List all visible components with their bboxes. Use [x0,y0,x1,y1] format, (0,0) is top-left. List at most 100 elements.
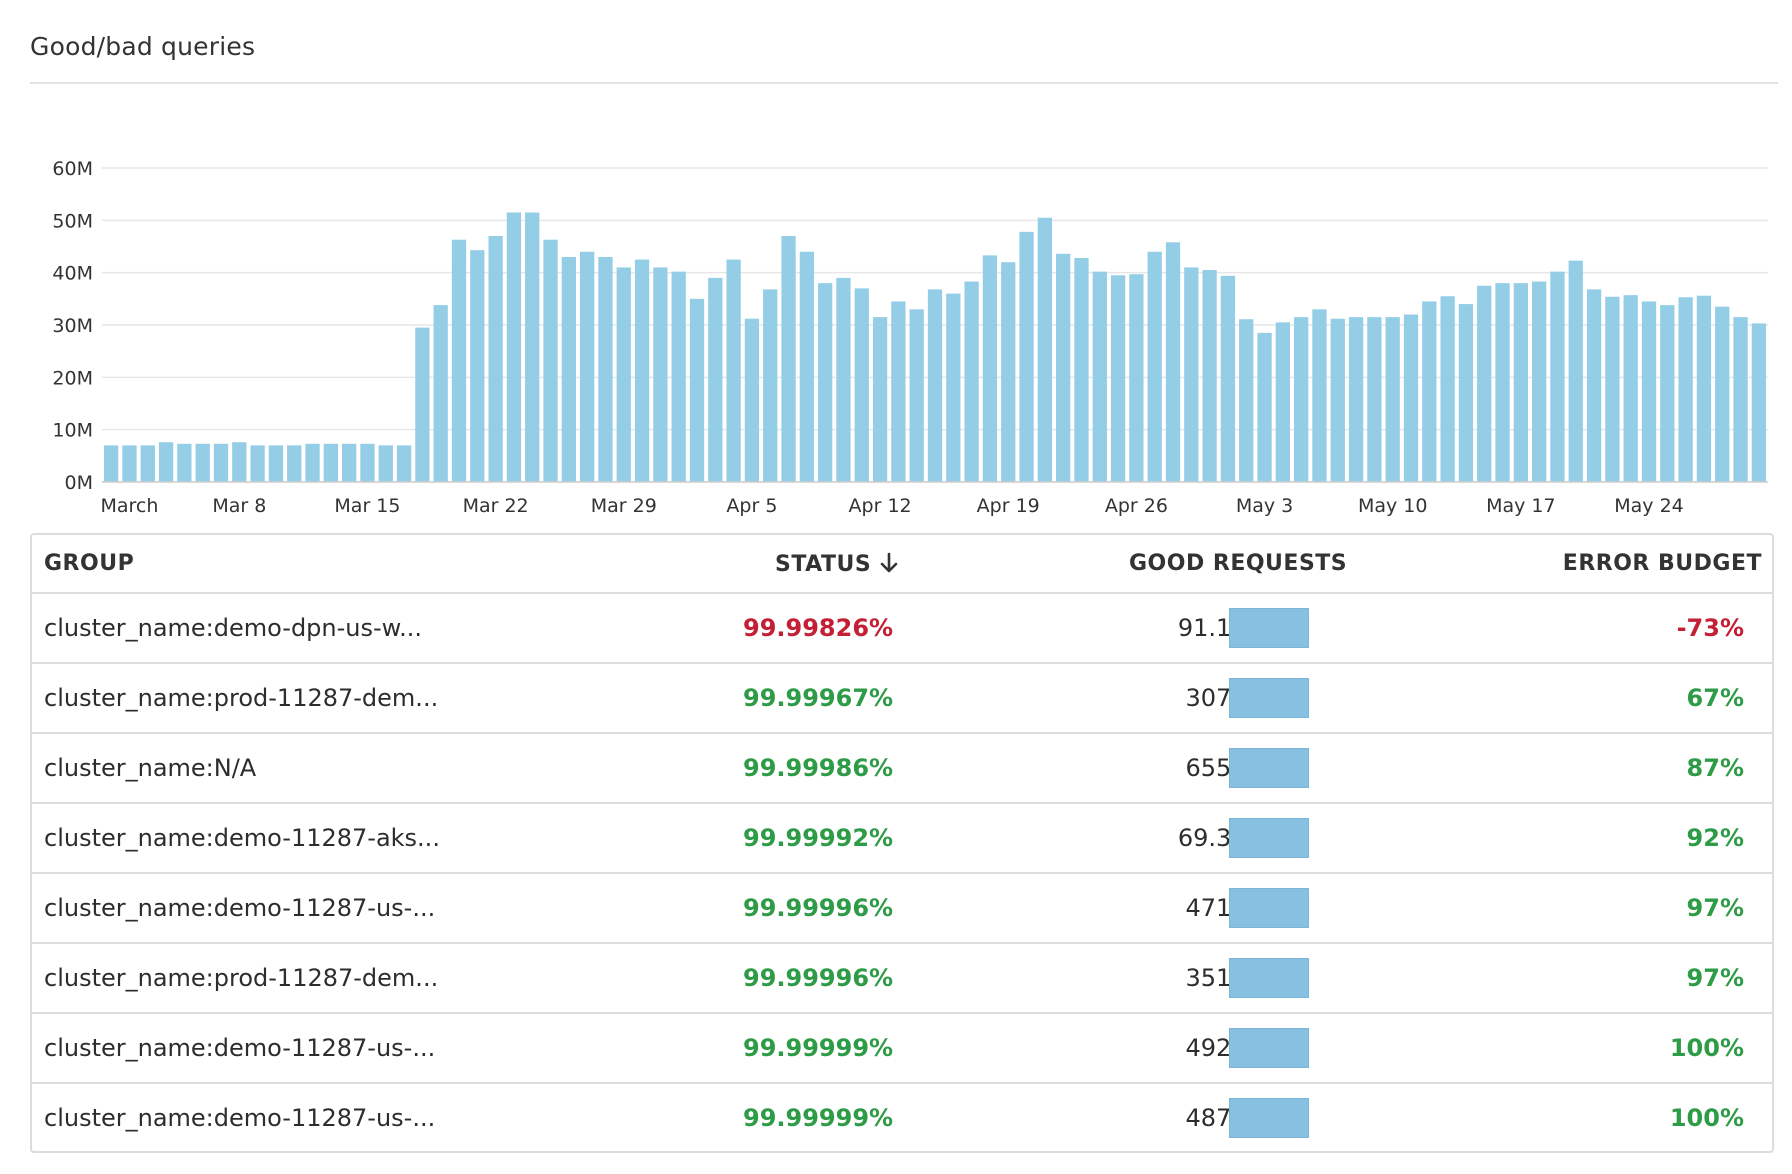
chart-bar[interactable]: Apr 11: 37M [854,288,869,482]
chart-bar[interactable]: Apr 4: 42.5M [726,259,741,482]
chart-bar[interactable]: May 10: 31.5M [1385,317,1400,482]
chart-bar[interactable]: undefined: 30.3M [1751,323,1766,482]
chart-bar[interactable]: Mar 2: 7M [122,445,137,482]
chart-bar[interactable]: May 27: 35.6M [1696,295,1712,482]
row-group-name[interactable]: cluster_name:demo-11287-aks... [44,824,440,852]
table-row[interactable]: cluster_name:demo-11287-us-... 99.99999% 4… [32,1084,1772,1154]
chart-bar[interactable]: Apr 30: 40.5M [1202,270,1217,482]
row-group-name[interactable]: cluster_name:demo-dpn-us-w... [44,614,422,642]
chart-bar[interactable]: May 2: 31.1M [1239,319,1254,482]
chart-bar[interactable]: May 17: 38M [1513,283,1528,482]
chart-bar[interactable]: Mar 20: 46.3M [451,239,467,482]
chart-bar[interactable]: Apr 24: 40.2M [1092,271,1107,482]
chart-bar[interactable]: Apr 19: 42M [1001,262,1016,482]
row-group-name[interactable]: cluster_name:prod-11287-dem... [44,684,438,712]
chart-bar[interactable]: May 20: 42.3M [1568,260,1583,482]
chart-bar[interactable]: May 13: 35.5M [1440,296,1455,482]
chart-bar[interactable]: May 12: 34.5M [1422,301,1437,482]
chart-bar[interactable]: Mar 10: 7M [268,445,284,482]
chart-bar[interactable]: Apr 10: 39M [836,277,851,482]
row-group-name[interactable]: cluster_name:demo-11287-us-... [44,894,435,922]
chart-bar[interactable]: May 6: 33M [1312,309,1327,482]
chart-bar[interactable]: Mar 22: 47M [488,236,503,482]
chart-bar[interactable]: Mar 15: 7.3M [360,443,375,482]
chart-bar[interactable]: Mar 11: 7M [287,445,302,482]
chart-bar[interactable]: Mar 24: 51.5M [525,212,540,482]
chart-bar[interactable]: Apr 29: 41M [1184,267,1199,482]
table-row[interactable]: cluster_name:demo-11287-us-... 99.99996% 4… [32,874,1772,944]
chart-bar[interactable]: Apr 3: 39M [708,277,723,482]
chart-bar[interactable]: Apr 25: 39.5M [1110,275,1126,482]
chart-bar[interactable]: Mar 6: 7.3M [195,443,210,482]
chart-bar[interactable]: Apr 28: 45.8M [1165,242,1181,482]
chart-bar[interactable]: May 11: 32M [1403,314,1419,482]
column-header-error-budget[interactable]: ERROR BUDGET [1563,551,1762,576]
chart-bar[interactable]: Mar 18: 29.5M [415,327,430,482]
chart-bar[interactable]: Apr 18: 43.3M [982,255,998,482]
chart-bar[interactable]: Apr 22: 43.6M [1056,253,1071,482]
chart-bar[interactable]: Mar 13: 7.3M [323,443,338,482]
chart-bar[interactable]: undefined: 31.5M [1733,317,1748,482]
chart-bar[interactable]: May 3: 28.5M [1257,332,1272,482]
chart-bar[interactable]: Apr 14: 33M [909,309,924,482]
chart-bar[interactable]: Mar 3: 7M [140,445,155,482]
chart-bar[interactable]: Apr 23: 42.8M [1074,258,1089,482]
chart-bar[interactable]: Apr 17: 38.3M [964,281,979,482]
chart-bar[interactable]: May 14: 34M [1458,304,1474,482]
chart-bar[interactable]: Mar 16: 7M [378,445,393,482]
chart-bar[interactable]: May 28: 33.5M [1715,306,1730,482]
chart-bar[interactable]: May 7: 31.2M [1330,318,1345,482]
chart-bar[interactable]: May 18: 38.3M [1532,281,1547,482]
chart-bar[interactable]: Mar 25: 46.3M [543,239,558,482]
chart-bar[interactable]: May 22: 35.4M [1605,296,1620,482]
chart-bar[interactable]: Apr 16: 36M [946,293,961,482]
chart-bar[interactable]: May 4: 30.5M [1275,322,1290,482]
chart-bar[interactable]: Mar 9: 7M [250,445,265,482]
chart-bar[interactable]: Mar 8: 7.6M [232,442,247,482]
chart-bar[interactable]: Mar 29: 41M [616,267,631,482]
row-group-name[interactable]: cluster_name:demo-11287-us-... [44,1034,435,1062]
chart-bar[interactable]: Mar 12: 7.3M [305,443,320,482]
chart-bar[interactable]: Apr 6: 36.8M [763,289,778,482]
chart-bar[interactable]: May 8: 31.5M [1348,317,1364,482]
table-row[interactable]: cluster_name:prod-11287-dem... 99.99996% 3… [32,944,1772,1014]
chart-bar[interactable]: May 1: 39.4M [1220,275,1236,482]
chart-bar[interactable]: Apr 9: 38M [818,283,833,482]
chart-bar[interactable]: Apr 2: 35M [689,298,705,482]
chart-bar[interactable]: Mar 26: 43M [561,256,576,482]
column-header-good-requests[interactable]: GOOD REQUESTS [1129,551,1347,576]
chart-bar[interactable]: May 9: 31.5M [1367,317,1382,482]
table-row[interactable]: cluster_name:prod-11287-dem... 99.99967% 3… [32,664,1772,734]
chart-bar[interactable]: Apr 15: 36.8M [927,289,943,482]
chart-bar[interactable]: May 25: 33.8M [1660,305,1675,482]
chart-bar[interactable]: Mar 19: 33.8M [433,305,448,482]
chart-bar[interactable]: Apr 7: 47M [781,236,796,482]
chart-bar[interactable]: May 24: 34.5M [1641,301,1657,482]
chart-bar[interactable]: Mar 7: 7.3M [213,443,229,482]
chart-bar[interactable]: May 16: 38M [1495,283,1510,482]
chart-bar[interactable]: Mar 4: 7.6M [158,442,174,482]
chart-bar[interactable]: Apr 12: 31.5M [872,317,888,482]
chart-bar[interactable]: Apr 5: 31.2M [744,318,760,482]
chart-bar[interactable]: May 5: 31.5M [1294,317,1309,482]
table-row[interactable]: cluster_name:demo-dpn-us-w... 99.99826% 91… [32,594,1772,664]
chart-bar[interactable]: May 26: 35.3M [1678,297,1693,482]
table-row[interactable]: cluster_name:N/A 99.99986% 655M 87% [32,734,1772,804]
chart-bar[interactable]: Apr 27: 44M [1147,251,1162,482]
row-group-name[interactable]: cluster_name:N/A [44,754,256,782]
chart-bar[interactable]: May 19: 40.2M [1550,271,1565,482]
chart-bar[interactable]: Apr 13: 34.5M [891,301,906,482]
chart-bar[interactable]: Mar 30: 42.5M [634,259,650,482]
chart-bar[interactable]: May 21: 36.8M [1586,289,1602,482]
chart-bar[interactable]: Mar 28: 43M [598,256,613,482]
arrow-down-icon[interactable] [877,551,901,575]
chart-bar[interactable]: Apr 1: 40.2M [671,271,686,482]
row-group-name[interactable]: cluster_name:demo-11287-us-... [44,1104,435,1132]
chart-bar[interactable]: Mar 14: 7.3M [342,443,357,482]
chart-bar[interactable]: Mar 5: 7.3M [177,443,192,482]
chart-bar[interactable]: Apr 26: 39.7M [1129,274,1144,482]
chart-bar[interactable]: Mar 1: 7M [104,445,119,482]
chart-bar[interactable]: May 15: 37.5M [1477,285,1492,482]
chart-bar[interactable]: Apr 20: 47.8M [1019,231,1034,482]
chart-bar[interactable]: May 23: 35.7M [1623,295,1638,482]
